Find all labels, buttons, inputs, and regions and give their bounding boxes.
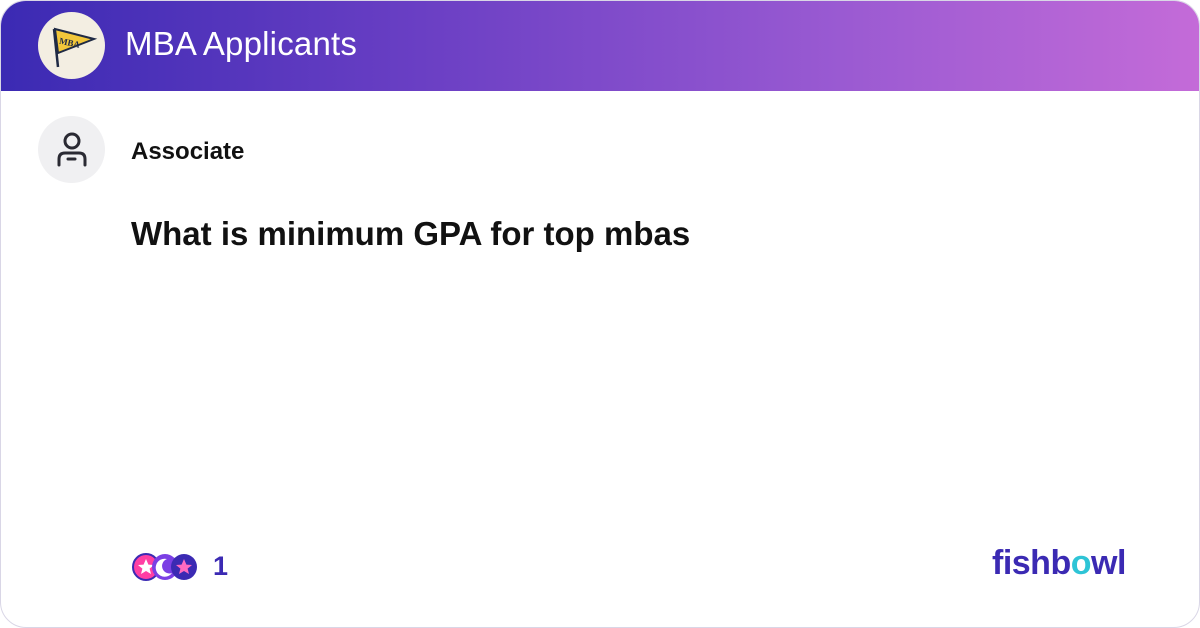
reactions-summary[interactable]: 1 [131, 549, 228, 583]
reaction-count: 1 [213, 550, 229, 581]
user-icon [57, 132, 86, 166]
avatar [38, 116, 105, 183]
brand-text-end: wl [1091, 544, 1126, 582]
author-label: Associate [131, 138, 245, 165]
brand-text-accent: o [1070, 544, 1092, 582]
star-badge-icon [171, 554, 197, 580]
group-logo: MBA [38, 12, 105, 79]
fishbowl-logo[interactable]: fishbowl [992, 544, 1126, 583]
post-title[interactable]: What is minimum GPA for top mbas [131, 215, 690, 253]
pennant-flag-icon: MBA [52, 27, 97, 67]
reaction-icons [131, 549, 199, 583]
group-title[interactable]: MBA Applicants [125, 25, 357, 63]
brand-text-start: fishb [992, 544, 1071, 582]
group-header[interactable]: MBA MBA Applicants [1, 1, 1199, 91]
post-card: MBA MBA Applicants Associate What is min… [0, 0, 1200, 628]
